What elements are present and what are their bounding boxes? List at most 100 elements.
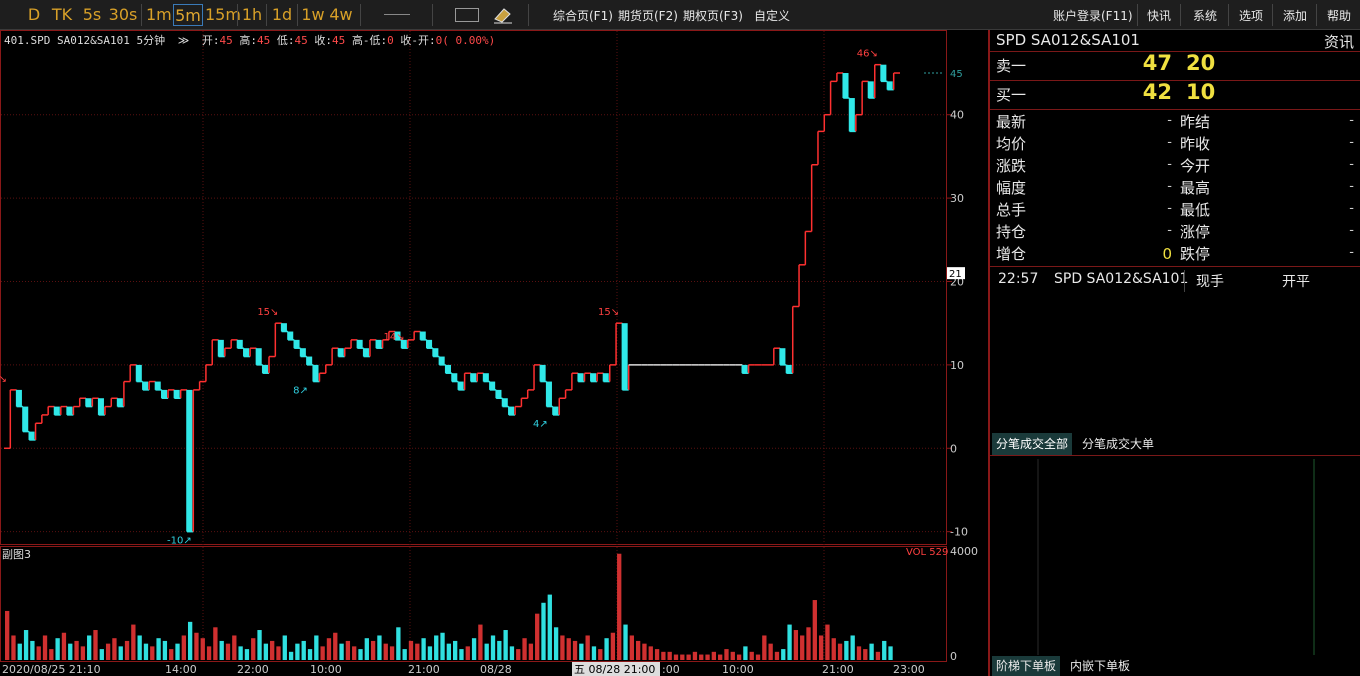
- volume-bar: [812, 600, 817, 660]
- tick-time: 22:57: [998, 271, 1039, 287]
- volume-bar: [705, 654, 710, 660]
- period-1w-button[interactable]: 1w: [300, 4, 326, 26]
- price-chart[interactable]: 403020100-107↘0↗-10↗15↘8↗14↘15↘4↗46↘4521…: [0, 30, 988, 676]
- volume-bar: [377, 635, 382, 660]
- menu-options-page[interactable]: 期权页(F3): [683, 7, 743, 24]
- stat-label: 最低: [1180, 201, 1211, 219]
- account-login-button[interactable]: 账户登录(F11): [1053, 7, 1133, 24]
- price-bar-down: [458, 381, 464, 390]
- news-flash-button[interactable]: 快讯: [1147, 7, 1171, 24]
- ask-label: 卖一: [996, 57, 1027, 75]
- price-bar-down: [29, 431, 35, 440]
- ask-price[interactable]: 47: [1110, 51, 1172, 75]
- tab-all-trades[interactable]: 分笔成交全部: [992, 433, 1073, 455]
- volume-bar: [724, 649, 729, 660]
- volume-bar: [730, 651, 735, 660]
- help-button[interactable]: 帮助: [1327, 7, 1351, 24]
- period-1m-button[interactable]: 1m: [146, 4, 172, 26]
- price-bar-down: [287, 331, 294, 340]
- options-menu-button[interactable]: 选项: [1239, 7, 1263, 24]
- volume-bar: [257, 630, 262, 660]
- volume-bar: [162, 640, 168, 660]
- stat-value: -: [1349, 201, 1354, 216]
- price-bar-down: [142, 381, 149, 390]
- volume-bar: [591, 646, 597, 660]
- volume-bar: [667, 651, 672, 660]
- volume-bar: [194, 632, 199, 660]
- stat-value: -: [1167, 157, 1172, 172]
- period-1h-button[interactable]: 1h: [240, 4, 264, 26]
- period-5s-button[interactable]: 5s: [80, 4, 104, 26]
- volume-bar: [55, 638, 60, 660]
- volume-bar: [686, 654, 691, 660]
- toolbar-divider: [1137, 4, 1138, 26]
- ohlc-info-bar: 401.SPD SA012&SA101 5分钟 ≫ 开:45 高:45 低:45…: [4, 34, 496, 47]
- volume-bar: [200, 638, 205, 660]
- current-price-tag: 21: [949, 269, 962, 280]
- stat-label: 涨停: [1180, 223, 1211, 241]
- collapse-icon[interactable]: ≫: [178, 34, 190, 47]
- price-bar-down: [161, 389, 168, 399]
- volume-bar: [743, 646, 748, 660]
- volume-bar: [5, 610, 10, 660]
- price-bar-down: [300, 348, 306, 357]
- line-tool-icon[interactable]: [384, 14, 410, 15]
- stat-label: 昨结: [1180, 113, 1211, 131]
- period-15m-button[interactable]: 15m: [205, 4, 241, 26]
- bid-price[interactable]: 42: [1110, 80, 1172, 104]
- time-axis-label: 08/28: [480, 663, 512, 676]
- volume-bar: [370, 640, 376, 660]
- volume-bar: [270, 640, 275, 660]
- tab-embedded-order[interactable]: 内嵌下单板: [1066, 656, 1134, 676]
- period-tick-button[interactable]: TK: [48, 4, 76, 26]
- eraser-tool-icon[interactable]: [492, 5, 514, 25]
- menu-overview-page[interactable]: 综合页(F1): [553, 7, 613, 24]
- volume-bar: [421, 638, 426, 660]
- price-bar-down: [155, 381, 161, 390]
- system-menu-button[interactable]: 系统: [1193, 7, 1217, 24]
- volume-bar: [850, 635, 855, 660]
- period-1d-button[interactable]: 1d: [270, 4, 294, 26]
- volume-bar: [831, 638, 836, 660]
- price-bar-down: [470, 373, 477, 382]
- price-bar-down: [426, 339, 433, 349]
- price-bar-down: [281, 323, 287, 332]
- news-button[interactable]: 资讯: [1324, 31, 1354, 52]
- period-d-button[interactable]: D: [24, 4, 44, 26]
- volume-bar: [219, 640, 224, 660]
- period-30s-button[interactable]: 30s: [108, 4, 138, 26]
- time-axis-label: 五 08/28 21:00: [574, 663, 655, 676]
- price-series: [4, 63, 900, 533]
- volume-bar: [364, 638, 369, 660]
- volume-bar: [522, 638, 527, 660]
- volume-bar: [415, 643, 420, 660]
- stat-label: 持仓: [996, 223, 1027, 241]
- tab-ladder-order[interactable]: 阶梯下单板: [992, 656, 1061, 676]
- y-tick-label: 30: [950, 192, 964, 205]
- time-axis-label: 23:00: [893, 663, 925, 676]
- tick-header-row: 22:57 SPD SA012&SA101 现手 开平: [990, 270, 1360, 292]
- volume-bar: [673, 654, 679, 660]
- y-tick-label: 40: [950, 109, 964, 122]
- kline-chart-panel[interactable]: 403020100-107↘0↗-10↗15↘8↗14↘15↘4↗46↘4521…: [0, 30, 988, 676]
- menu-custom[interactable]: 自定义: [754, 7, 790, 24]
- volume-bar: [150, 646, 155, 660]
- period-4w-button[interactable]: 4w: [328, 4, 354, 26]
- volume-bar: [503, 630, 508, 660]
- menu-futures-page[interactable]: 期货页(F2): [618, 7, 678, 24]
- volume-bar: [572, 640, 578, 660]
- volume-bar: [244, 649, 250, 660]
- volume-bar: [736, 654, 742, 660]
- volume-bar: [333, 632, 338, 660]
- volume-bar: [465, 646, 470, 660]
- volume-bar: [175, 643, 180, 660]
- volume-bar: [856, 646, 862, 660]
- add-button[interactable]: 添加: [1283, 7, 1307, 24]
- toolbar-divider: [141, 4, 142, 26]
- volume-bar: [446, 643, 451, 660]
- rectangle-tool-icon[interactable]: [455, 8, 479, 22]
- tab-large-trades[interactable]: 分笔成交大单: [1078, 433, 1158, 455]
- volume-bar: [187, 621, 193, 660]
- price-bar-down: [578, 373, 584, 382]
- period-5m-button[interactable]: 5m: [173, 4, 203, 26]
